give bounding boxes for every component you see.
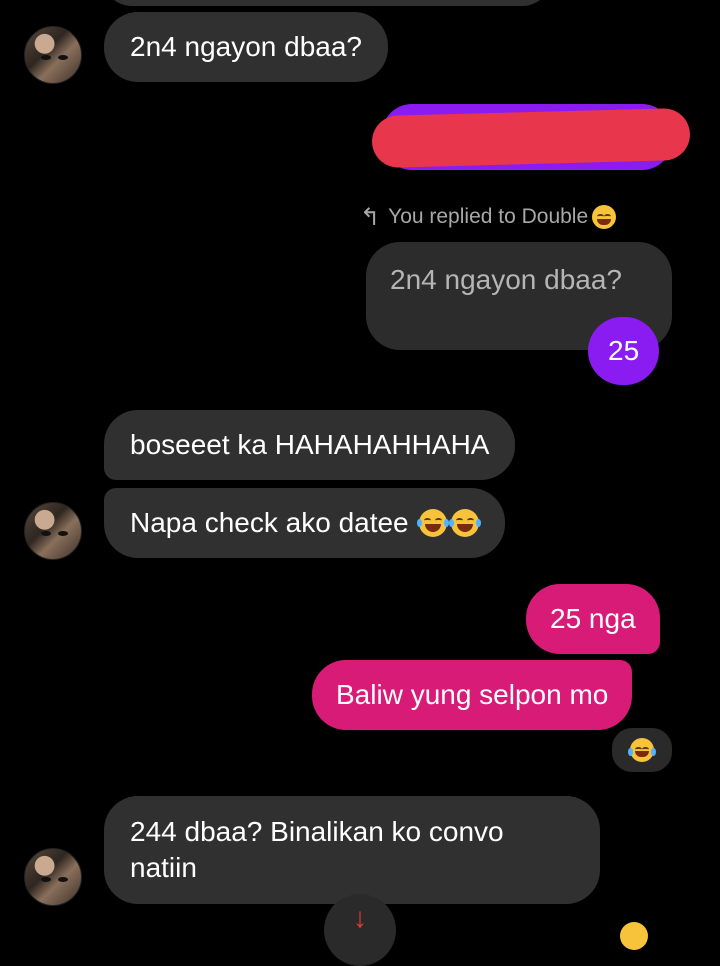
message-bubble-outgoing[interactable]: 25 nga (526, 584, 660, 654)
message-text: Napa check ako datee (130, 507, 409, 538)
arrow-down-icon: ↓ (353, 902, 367, 933)
message-bubble-incoming[interactable]: Napa check ako datee (104, 488, 505, 558)
previous-bubble-cutoff (102, 0, 552, 6)
smiling-emoji-icon (592, 205, 617, 229)
reply-label: You replied to Double (388, 205, 589, 228)
message-text: Baliw yung selpon mo (336, 679, 609, 710)
message-text: boseeet ka HAHAHAHHAHA (130, 429, 490, 460)
reply-arrow-icon: ↰ (360, 203, 381, 231)
redaction-scribble (371, 107, 691, 169)
laughing-tears-emoji-icon (416, 509, 449, 537)
message-text: 25 (608, 335, 640, 366)
quoted-text: 2n4 ngayon dbaa? (390, 264, 622, 295)
message-bubble-incoming[interactable]: boseeet ka HAHAHAHHAHA (104, 410, 516, 480)
message-text: 25 nga (550, 603, 636, 634)
message-bubble-incoming[interactable]: 2n4 ngayon dbaa? (104, 12, 388, 82)
avatar[interactable] (24, 848, 82, 906)
laughing-tears-emoji-icon (628, 738, 656, 762)
reaction-emoji-cutoff-icon (620, 922, 648, 950)
reaction-chip[interactable] (610, 726, 674, 774)
message-text: 2n4 ngayon dbaa? (130, 31, 362, 62)
laughing-tears-emoji-icon (448, 509, 481, 537)
avatar[interactable] (24, 26, 82, 84)
message-text: 244 dbaa? Binalikan ko convo natiin (130, 816, 504, 883)
message-bubble-outgoing[interactable]: Baliw yung selpon mo (312, 660, 633, 730)
reply-indicator: ↰ You replied to Double (360, 202, 617, 232)
message-bubble-outgoing[interactable]: 25 (588, 317, 660, 385)
avatar[interactable] (24, 502, 82, 560)
message-bubble-incoming[interactable]: 244 dbaa? Binalikan ko convo natiin (104, 796, 600, 904)
scroll-to-bottom-button[interactable]: ↓ (324, 894, 396, 966)
